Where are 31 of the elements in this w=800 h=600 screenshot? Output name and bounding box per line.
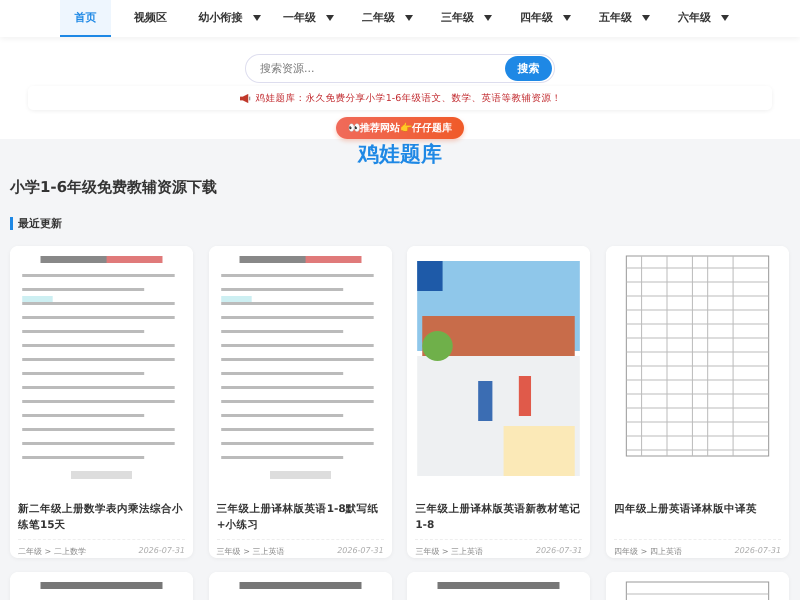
nav-item[interactable]: 六年级 xyxy=(664,0,743,37)
category-link[interactable]: 二年级 > 二上数学 xyxy=(18,546,86,557)
nav-item[interactable]: 四年级 xyxy=(506,0,585,37)
resource-card[interactable]: 三年级上册译林版英语新教材笔记1-8 三年级 > 三上英语 2026-07-31 xyxy=(407,246,590,558)
date-text: 2026-07-31 xyxy=(734,546,782,557)
category-link[interactable]: 三年级 > 三上英语 xyxy=(216,546,284,557)
date-text: 2026-07-31 xyxy=(337,546,384,557)
nav-item[interactable]: 一年级 xyxy=(269,0,348,37)
nav-item[interactable]: 视频区 xyxy=(111,0,190,37)
search-button[interactable]: 搜索 xyxy=(505,56,552,81)
date-text: 2026-07-31 xyxy=(138,546,185,557)
notice-text: 鸡娃题库：永久免费分享小学1-6年级语文、数学、英语等教辅资源！ xyxy=(256,92,562,104)
nav-item[interactable]: 五年级 xyxy=(585,0,664,37)
card-title[interactable]: 四年级上册英语译林版中译英 xyxy=(606,491,790,539)
resource-card[interactable]: 四年级上册英语译林版中译英 四年级 > 四上英语 2026-07-31 xyxy=(606,246,790,558)
card-title[interactable]: 三年级上册译林版英语1-8默写纸+小练习 xyxy=(208,491,392,539)
resource-card[interactable]: 三年级上册译林版英语1-8默写纸+小练习 三年级 > 三上英语 2026-07-31 xyxy=(208,246,392,558)
site-title: 鸡娃题库 xyxy=(356,141,443,167)
section-heading: 最近更新 xyxy=(10,217,790,230)
megaphone-icon xyxy=(238,92,252,104)
resource-card[interactable]: 新二年级上册数学表内乘法综合小练笔15天 二年级 > 二上数学 2026-07-31 xyxy=(10,246,193,558)
subtitle: 小学1-6年级免费教辅资源下载 xyxy=(10,177,218,197)
nav-item[interactable]: 二年级 xyxy=(348,0,427,37)
nav-item[interactable]: 三年级 xyxy=(427,0,506,37)
nav-item[interactable]: 幼小衔接 xyxy=(190,0,269,37)
search-field[interactable]: 搜索资源... 搜索 xyxy=(245,54,555,83)
category-link[interactable]: 四年级 > 四上英语 xyxy=(614,546,682,557)
category-link[interactable]: 三年级 > 三上英语 xyxy=(415,546,484,557)
date-text: 2026-07-31 xyxy=(536,546,582,557)
card-title[interactable]: 新二年级上册数学表内乘法综合小练笔15天 xyxy=(10,491,193,539)
card-title[interactable]: 三年级上册译林版英语新教材笔记1-8 xyxy=(407,491,590,539)
